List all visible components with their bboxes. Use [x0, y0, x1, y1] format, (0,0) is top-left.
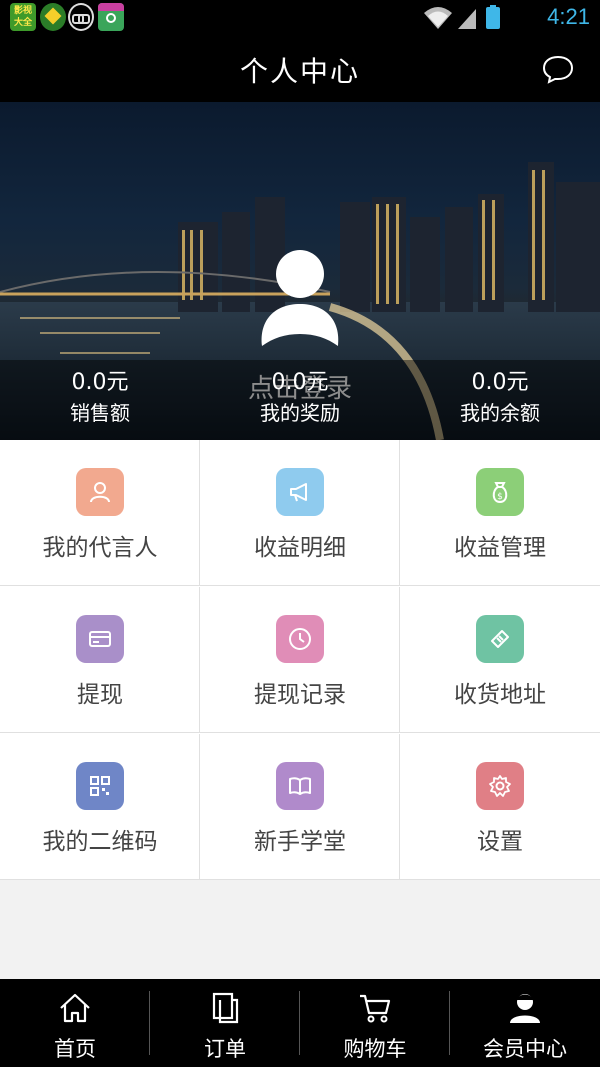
orders-icon [212, 992, 239, 1024]
menu-item-beginner-school[interactable]: 新手学堂 [200, 734, 400, 880]
ticket-icon [476, 615, 524, 663]
stat-label: 我的余额 [460, 401, 540, 425]
video-app-icon: 影视 大全 [10, 3, 36, 31]
megaphone-icon [276, 468, 324, 516]
page-title: 个人中心 [239, 55, 360, 88]
money-bag-icon: $ [476, 468, 524, 516]
gear-icon [476, 762, 524, 810]
menu-item-label: 我的二维码 [42, 829, 158, 855]
nav-cart[interactable]: 购物车 [300, 979, 450, 1067]
nav-member-center[interactable]: 会员中心 [450, 979, 600, 1067]
card-icon [76, 615, 124, 663]
nav-label: 会员中心 [483, 1037, 567, 1061]
cart-icon [360, 994, 391, 1023]
menu-item-settings[interactable]: 设置 [400, 734, 600, 880]
nav-home[interactable]: 首页 [0, 979, 150, 1067]
glasses-app-icon [68, 3, 94, 31]
stat-label: 我的奖励 [260, 401, 340, 425]
nav-label: 首页 [54, 1037, 96, 1061]
menu-grid: 我的代言人 收益明细 $ 收益管理 提现 提现记录 收货地址 我的二维码 新手学… [0, 440, 600, 880]
stat-value: 0.0元 [271, 370, 329, 395]
stat-balance[interactable]: 0.0元 我的余额 [400, 368, 600, 428]
menu-item-label: 我的代言人 [42, 535, 158, 561]
menu-item-my-spokesperson[interactable]: 我的代言人 [0, 440, 200, 586]
menu-item-withdraw[interactable]: 提现 [0, 587, 200, 733]
menu-item-shipping-address[interactable]: 收货地址 [400, 587, 600, 733]
clock-time: 4:21 [547, 4, 590, 29]
menu-item-label: 设置 [477, 829, 523, 855]
stat-sales[interactable]: 0.0元 销售额 [0, 368, 200, 428]
svg-text:$: $ [497, 492, 503, 502]
nav-label: 订单 [204, 1037, 246, 1061]
stats-bar: 0.0元 销售额 0.0元 我的奖励 0.0元 我的余额 [0, 360, 600, 440]
stat-value: 0.0元 [471, 370, 529, 395]
signal-wifi-battery-icon [424, 5, 500, 29]
book-icon [276, 762, 324, 810]
qr-code-icon [76, 762, 124, 810]
menu-item-label: 收益明细 [254, 535, 346, 561]
stat-label: 销售额 [70, 401, 130, 425]
status-bar: 影视 大全 4:21 [0, 0, 600, 36]
store-app-icon [98, 3, 124, 31]
title-bar: 个人中心 [0, 36, 600, 102]
member-icon [510, 994, 540, 1023]
avatar[interactable] [257, 250, 343, 350]
menu-item-label: 收益管理 [454, 535, 546, 561]
stat-rewards[interactable]: 0.0元 我的奖励 [200, 368, 400, 428]
clover-app-icon [40, 3, 66, 31]
menu-item-label: 新手学堂 [254, 829, 346, 855]
menu-item-label: 收货地址 [454, 682, 546, 708]
menu-item-label: 提现记录 [254, 682, 346, 708]
home-icon [60, 993, 90, 1023]
bottom-nav: 首页 订单 购物车 会员中心 [0, 979, 600, 1067]
user-icon [76, 468, 124, 516]
nav-orders[interactable]: 订单 [150, 979, 300, 1067]
clock-icon [276, 615, 324, 663]
menu-item-label: 提现 [77, 682, 123, 708]
menu-item-earnings-management[interactable]: $ 收益管理 [400, 440, 600, 586]
menu-item-withdraw-records[interactable]: 提现记录 [200, 587, 400, 733]
message-icon[interactable] [542, 54, 574, 84]
menu-item-my-qr-code[interactable]: 我的二维码 [0, 734, 200, 880]
menu-item-earnings-detail[interactable]: 收益明细 [200, 440, 400, 586]
nav-label: 购物车 [343, 1037, 407, 1061]
stat-value: 0.0元 [71, 370, 129, 395]
